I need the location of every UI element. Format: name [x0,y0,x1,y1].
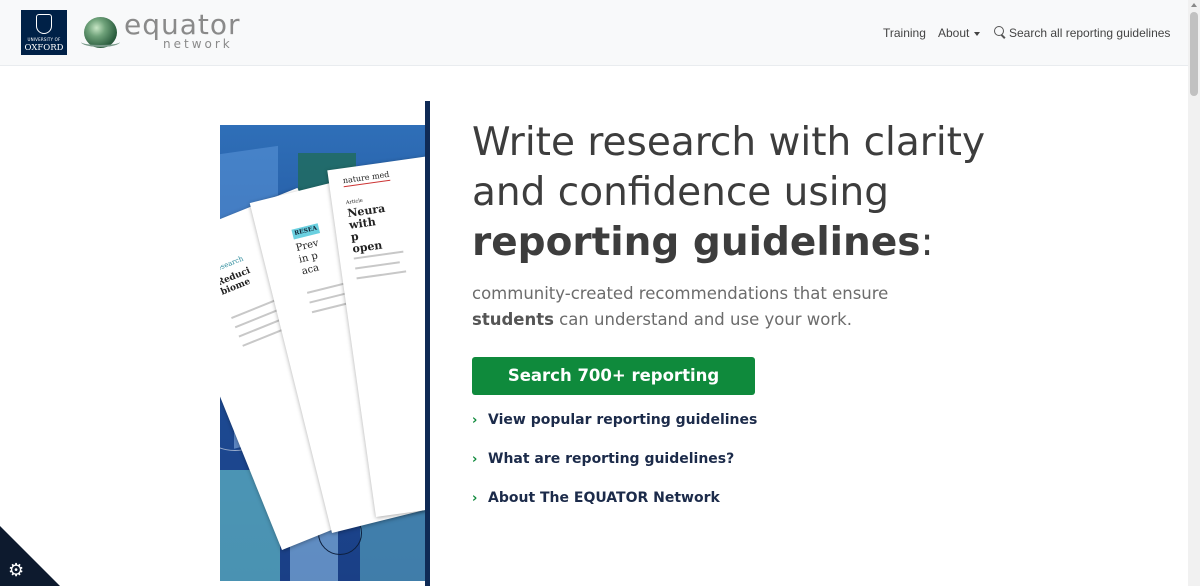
oxford-logo[interactable]: UNIVERSITY OF OXFORD [21,10,67,55]
paper-title: Prev in p aca [294,237,321,278]
paper-title: Neura with p open [346,201,387,256]
hero-headline: Write research with clarity and confiden… [472,118,1072,268]
link-label: What are reporting guidelines? [488,451,735,467]
link-label: View popular reporting guidelines [488,412,758,428]
brand-subtitle: network [163,37,233,51]
chevron-right-icon: › [472,413,478,428]
hero-subtitle: community-created recommendations that e… [472,281,942,333]
hero-divider [425,101,430,586]
hero-illustration: Research Reduci biome RESEA Prev in p ac… [220,125,426,581]
subtitle-pre: community-created recommendations that e… [472,284,889,303]
chevron-right-icon: › [472,491,478,506]
headline-line1: Write research with clarity [472,120,986,165]
oxford-logo-line2: OXFORD [24,43,64,53]
subtitle-post: can understand and use your work. [553,310,852,329]
search-guidelines-button[interactable]: Search 700+ reporting guidelines [472,357,755,423]
link-popular-guidelines[interactable]: › View popular reporting guidelines [472,410,757,431]
site-header: UNIVERSITY OF OXFORD equator network Tra… [0,0,1188,66]
paper-line [355,261,400,270]
nav-training-label: Training [883,26,926,40]
oxford-crest-icon [36,14,52,34]
oxford-logo-line1: UNIVERSITY OF [27,37,61,42]
caret-down-icon [974,31,981,36]
gear-icon: ⚙ [8,560,25,581]
chevron-right-icon: › [472,452,478,467]
paper-journal: nature med [342,169,391,188]
scroll-up-arrow-icon[interactable] [1191,3,1197,7]
scroll-thumb[interactable] [1190,12,1198,96]
headline-line2: and confidence using [472,170,890,215]
page-scrollbar[interactable] [1188,0,1200,586]
link-about-equator[interactable]: › About The EQUATOR Network [472,488,720,509]
subtitle-bold: students [472,310,554,329]
search-icon [994,26,1006,38]
paper-line [356,270,407,280]
nav-about-dropdown[interactable]: About [938,24,981,42]
nav-training[interactable]: Training [883,24,926,42]
equator-globe-icon[interactable] [81,17,120,48]
headline-bold: reporting guidelines [472,220,921,265]
headline-colon: : [920,220,934,265]
link-label: About The EQUATOR Network [488,490,720,506]
nav-search-guidelines[interactable]: Search all reporting guidelines [994,24,1170,42]
nav-search-label: Search all reporting guidelines [1009,26,1171,40]
link-what-are-guidelines[interactable]: › What are reporting guidelines? [472,449,734,470]
cookie-settings-button[interactable]: ⚙ [0,526,60,586]
nav-about-label: About [938,26,970,40]
paper-title: Reduci biome [220,266,252,298]
